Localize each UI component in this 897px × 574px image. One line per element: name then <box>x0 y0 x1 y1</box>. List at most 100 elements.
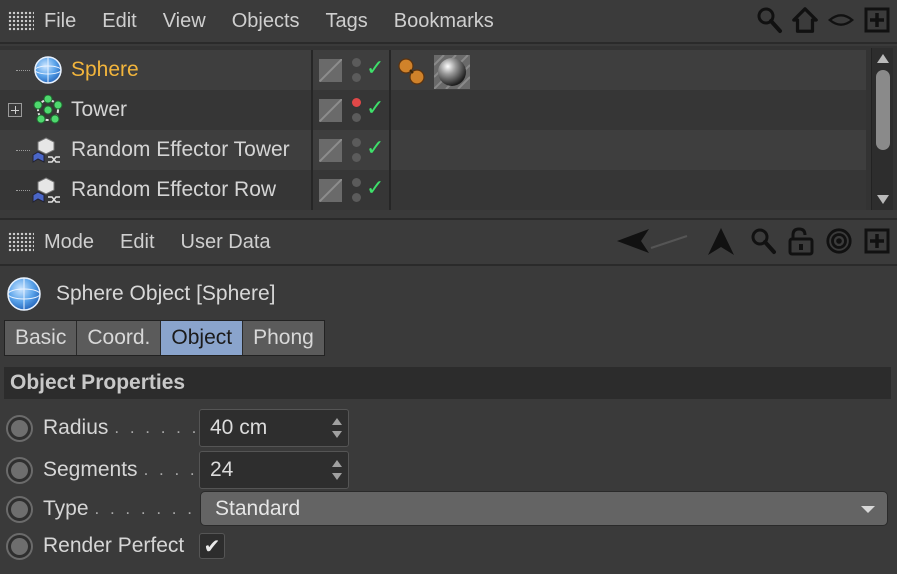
param-leader-dots: . . . . . . <box>114 418 200 437</box>
layer-color-swatch[interactable] <box>319 59 342 82</box>
object-manager-menubar: File Edit View Objects Tags Bookmarks <box>0 0 897 44</box>
chevron-down-icon[interactable] <box>861 506 875 513</box>
editor-visibility-dot[interactable] <box>352 138 361 147</box>
tab-phong[interactable]: Phong <box>243 321 324 355</box>
param-leader-dots: . . . . <box>143 460 198 479</box>
new-window-icon[interactable] <box>863 5 891 35</box>
menu-objects[interactable]: Objects <box>232 10 300 33</box>
type-selected-value[interactable]: Standard <box>215 497 300 520</box>
visibility-toggle[interactable] <box>352 138 362 164</box>
param-label: Radius <box>43 416 109 439</box>
sphere-icon <box>32 55 64 85</box>
enabled-check-icon[interactable]: ✓ <box>366 136 384 161</box>
object-name[interactable]: Tower <box>71 98 127 122</box>
param-label: Segments <box>43 458 138 481</box>
scroll-thumb[interactable] <box>876 70 890 150</box>
param-label: Type <box>43 497 89 520</box>
search-icon[interactable] <box>749 226 777 256</box>
radius-input[interactable]: 40 cm <box>199 409 349 447</box>
type-dropdown[interactable]: Standard <box>200 491 888 526</box>
object-row-random-effector-row[interactable]: Random Effector Row ✓ <box>0 170 866 210</box>
menu-view[interactable]: View <box>163 10 206 33</box>
keyframe-toggle-icon[interactable] <box>6 495 33 523</box>
object-list-scrollbar[interactable] <box>871 48 893 210</box>
sphere-icon <box>6 276 42 312</box>
param-render-perfect: Render Perfect <box>6 528 184 564</box>
layer-color-swatch[interactable] <box>319 139 342 162</box>
menu-file[interactable]: File <box>44 10 76 33</box>
phong-tag-icon[interactable] <box>396 56 428 88</box>
editor-visibility-dot[interactable] <box>352 98 361 107</box>
new-window-icon[interactable] <box>863 226 891 256</box>
stepper-arrows-icon[interactable] <box>332 418 342 438</box>
editor-visibility-dot[interactable] <box>352 58 361 67</box>
column-divider[interactable] <box>311 50 313 210</box>
render-visibility-dot[interactable] <box>352 113 361 122</box>
back-arrow-icon[interactable] <box>615 226 693 256</box>
menu-edit[interactable]: Edit <box>120 231 154 254</box>
object-name[interactable]: Random Effector Tower <box>71 138 290 162</box>
column-divider[interactable] <box>389 50 391 210</box>
visibility-toggle[interactable] <box>352 98 362 124</box>
render-visibility-dot[interactable] <box>352 73 361 82</box>
lock-icon[interactable] <box>787 226 815 256</box>
object-row-tower[interactable]: Tower ✓ <box>0 90 866 130</box>
layer-color-swatch[interactable] <box>319 99 342 122</box>
home-icon[interactable] <box>791 5 819 35</box>
keyframe-toggle-icon[interactable] <box>6 414 33 442</box>
menu-edit[interactable]: Edit <box>102 10 136 33</box>
panel-grip-icon[interactable] <box>8 11 34 31</box>
enabled-check-icon[interactable]: ✓ <box>366 56 384 81</box>
scroll-up-icon[interactable] <box>877 54 889 63</box>
radius-value[interactable]: 40 cm <box>210 416 267 439</box>
object-list: Sphere ✓ Tower ✓ Random Effector Tower ✓… <box>0 46 897 210</box>
param-label: Render Perfect <box>43 534 185 557</box>
expand-toggle-icon[interactable] <box>8 103 22 117</box>
menu-tags[interactable]: Tags <box>326 10 368 33</box>
object-row-random-effector-tower[interactable]: Random Effector Tower ✓ <box>0 130 866 170</box>
attribute-manager-menubar: Mode Edit User Data <box>0 218 897 266</box>
render-visibility-dot[interactable] <box>352 193 361 202</box>
menu-user-data[interactable]: User Data <box>181 231 271 254</box>
render-visibility-dot[interactable] <box>352 153 361 162</box>
visibility-toggle[interactable] <box>352 58 362 84</box>
param-leader-dots: . . . . . . . . <box>94 499 211 518</box>
object-row-sphere[interactable]: Sphere ✓ <box>0 50 866 90</box>
layer-color-swatch[interactable] <box>319 179 342 202</box>
tab-coord[interactable]: Coord. <box>77 321 162 355</box>
attribute-object-title: Sphere Object [Sphere] <box>56 282 276 305</box>
tree-branch <box>16 150 30 151</box>
up-arrow-icon[interactable] <box>703 226 739 256</box>
editor-visibility-dot[interactable] <box>352 178 361 187</box>
menu-bookmarks[interactable]: Bookmarks <box>394 10 494 33</box>
tree-branch <box>16 190 30 191</box>
material-tag-icon[interactable] <box>433 54 471 90</box>
visibility-toggle[interactable] <box>352 178 362 204</box>
tab-object[interactable]: Object <box>161 321 244 355</box>
eye-icon[interactable] <box>827 5 855 35</box>
scroll-down-icon[interactable] <box>877 195 889 204</box>
attribute-object-header: Sphere Object [Sphere] <box>6 276 275 312</box>
param-type: Type . . . . . . . . <box>6 491 210 527</box>
keyframe-toggle-icon[interactable] <box>6 532 33 560</box>
section-title: Object Properties <box>4 367 891 399</box>
search-icon[interactable] <box>755 5 783 35</box>
enabled-check-icon[interactable]: ✓ <box>366 96 384 121</box>
object-name[interactable]: Sphere <box>71 58 139 82</box>
param-radius: Radius . . . . . . <box>6 410 199 446</box>
menu-mode[interactable]: Mode <box>44 231 94 254</box>
enabled-check-icon[interactable]: ✓ <box>366 176 384 201</box>
segments-value[interactable]: 24 <box>210 458 233 481</box>
cloner-icon <box>32 94 64 125</box>
render-perfect-checkbox[interactable]: ✔ <box>199 533 225 559</box>
stepper-arrows-icon[interactable] <box>332 460 342 480</box>
object-name[interactable]: Random Effector Row <box>71 178 276 202</box>
random-effector-icon <box>32 175 64 205</box>
target-icon[interactable] <box>825 226 853 256</box>
tree-branch <box>16 70 30 71</box>
tag-list <box>396 54 471 90</box>
segments-input[interactable]: 24 <box>199 451 349 489</box>
keyframe-toggle-icon[interactable] <box>6 456 33 484</box>
panel-grip-icon[interactable] <box>8 232 34 252</box>
tab-basic[interactable]: Basic <box>5 321 78 355</box>
